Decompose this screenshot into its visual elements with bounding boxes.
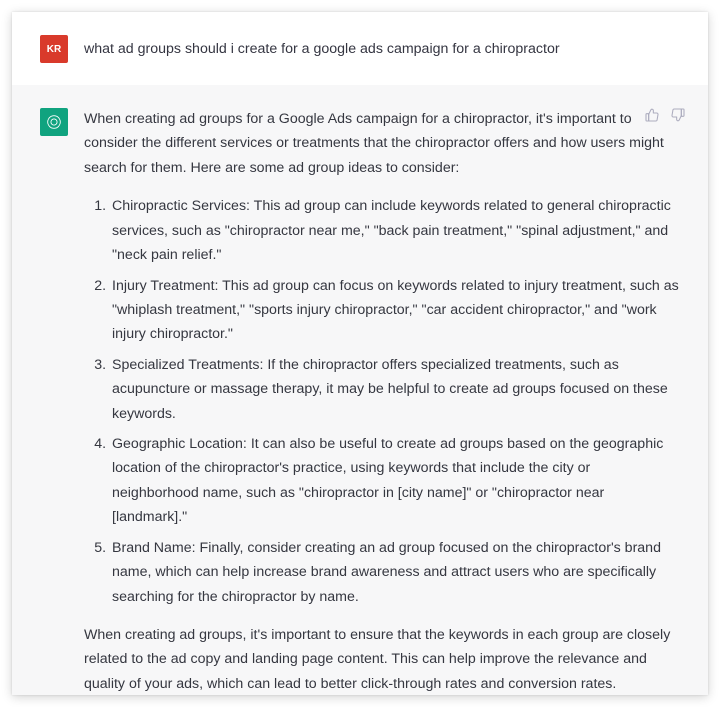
- user-avatar-initials: KR: [47, 44, 61, 55]
- assistant-numbered-list: Chiropractic Services: This ad group can…: [84, 194, 680, 609]
- list-item: Geographic Location: It can also be usef…: [110, 432, 680, 530]
- list-item: Injury Treatment: This ad group can focu…: [110, 274, 680, 347]
- list-item: Specialized Treatments: If the chiroprac…: [110, 353, 680, 426]
- assistant-outro: When creating ad groups, it's important …: [84, 623, 680, 695]
- openai-logo-icon: [45, 113, 63, 131]
- list-item: Chiropractic Services: This ad group can…: [110, 194, 680, 267]
- feedback-controls: [644, 107, 686, 123]
- assistant-message-row: When creating ad groups for a Google Ads…: [12, 85, 708, 695]
- list-item: Brand Name: Finally, consider creating a…: [110, 536, 680, 609]
- user-avatar: KR: [40, 35, 68, 63]
- user-message-text: what ad groups should i create for a goo…: [84, 34, 680, 61]
- assistant-avatar: [40, 108, 68, 136]
- thumbs-down-icon[interactable]: [670, 107, 686, 123]
- assistant-intro: When creating ad groups for a Google Ads…: [84, 107, 680, 180]
- chat-card: KR what ad groups should i create for a …: [12, 12, 708, 695]
- thumbs-up-icon[interactable]: [644, 107, 660, 123]
- assistant-message-content: When creating ad groups for a Google Ads…: [84, 107, 680, 695]
- user-message-row: KR what ad groups should i create for a …: [12, 12, 708, 85]
